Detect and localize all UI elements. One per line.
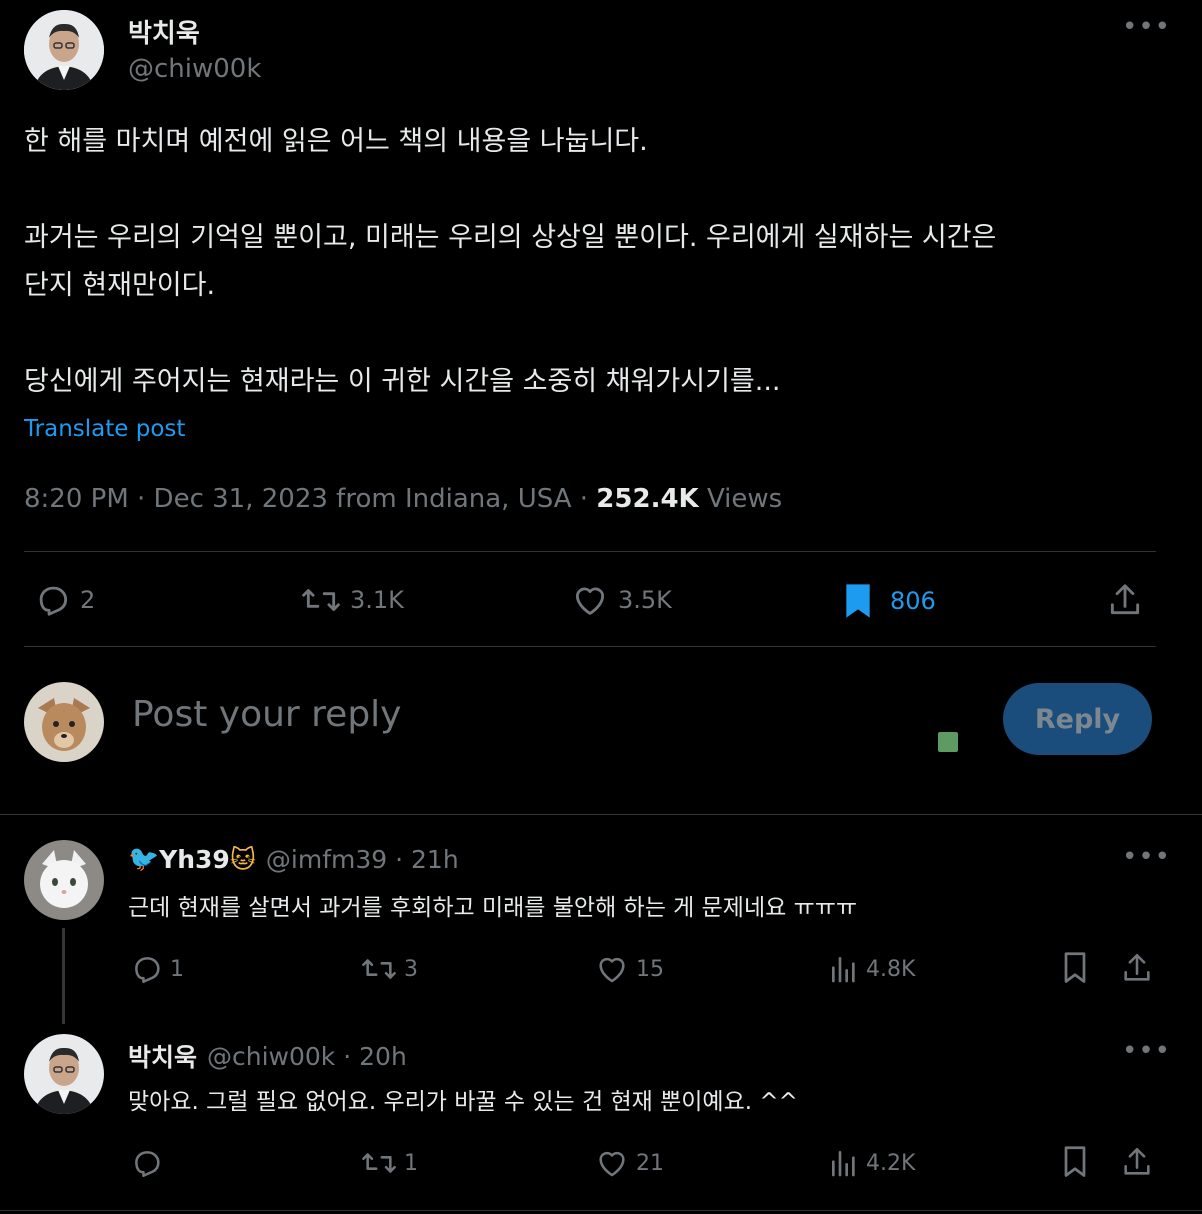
heart-icon — [570, 581, 610, 619]
more-options-icon[interactable]: ••• — [1122, 844, 1171, 870]
share-icon — [1120, 950, 1154, 986]
reply-text: 근데 현재를 살면서 과거를 후회하고 미래를 불안해 하는 게 문제네요 ㅠㅠ… — [128, 895, 858, 921]
repost-action[interactable]: 1 — [360, 1146, 418, 1180]
bookmark-filled-icon — [840, 581, 876, 621]
bird-emoji-icon: 🐦 — [128, 844, 160, 873]
views-count: 4.8K — [866, 956, 916, 982]
cat-emoji-icon: 🐱 — [229, 844, 256, 874]
reply-icon — [34, 581, 72, 619]
bookmark-icon — [1058, 1144, 1092, 1180]
heart-icon — [594, 1146, 630, 1180]
more-options-icon[interactable]: ••• — [1122, 14, 1171, 40]
share-icon — [1106, 581, 1144, 619]
divider — [0, 814, 1202, 815]
reply-count: 1 — [170, 956, 184, 982]
more-options-icon[interactable]: ••• — [1122, 1038, 1171, 1064]
reply-author-avatar[interactable] — [24, 840, 104, 920]
author-name[interactable]: 박치욱 — [128, 13, 200, 50]
bookmark-action[interactable] — [1058, 1144, 1092, 1180]
user-avatar[interactable] — [24, 682, 104, 762]
views-count: 252.4K — [596, 484, 699, 514]
share-action[interactable] — [1120, 1144, 1154, 1180]
bookmark-action[interactable]: 806 — [840, 581, 936, 621]
like-count: 3.5K — [618, 586, 672, 614]
repost-action[interactable]: 3 — [360, 952, 418, 986]
reply-author-name[interactable]: Yh39 — [159, 845, 230, 874]
reply-header: 🐦 Yh39 🐱 @imfm39 · 21h — [128, 844, 459, 874]
repost-count: 3.1K — [350, 586, 404, 614]
like-action[interactable]: 21 — [594, 1146, 664, 1180]
repost-icon — [300, 581, 342, 619]
repost-icon — [360, 952, 398, 986]
reply-button[interactable]: Reply — [1003, 683, 1152, 755]
thread-line — [62, 928, 65, 1024]
author-handle[interactable]: @chiw00k — [128, 54, 261, 84]
like-count: 21 — [636, 1150, 664, 1176]
reply-text: 맞아요. 그럴 필요 없어요. 우리가 바꿀 수 있는 건 현재 뿐이예요. ^… — [128, 1089, 798, 1115]
timestamp[interactable]: 8:20 PM · Dec 31, 2023 from Indiana, USA… — [24, 484, 596, 514]
reply-handle-time[interactable]: @chiw00k · 20h — [207, 1042, 407, 1071]
repost-action[interactable]: 3.1K — [300, 581, 404, 619]
tweet-text-line: 당신에게 주어지는 현재라는 이 귀한 시간을 소중히 채워가시기를... — [24, 366, 781, 397]
reply-icon — [130, 952, 164, 986]
like-action[interactable]: 3.5K — [570, 581, 672, 619]
reply-count: 2 — [80, 586, 96, 614]
bookmark-icon — [1058, 950, 1092, 986]
views-count: 4.2K — [866, 1150, 916, 1176]
tweet-text-line: 단지 현재만이다. — [24, 270, 216, 301]
reply-author-name[interactable]: 박치욱 — [128, 1038, 197, 1074]
reply-handle-time[interactable]: @imfm39 · 21h — [266, 845, 459, 874]
share-action[interactable] — [1106, 581, 1144, 619]
translate-post-link[interactable]: Translate post — [24, 416, 185, 442]
reply-action[interactable]: 2 — [34, 581, 95, 619]
tweet-text-line: 한 해를 마치며 예전에 읽은 어느 책의 내용을 나눕니다. — [24, 126, 648, 157]
status-dot — [938, 732, 958, 752]
tweet-meta: 8:20 PM · Dec 31, 2023 from Indiana, USA… — [24, 484, 782, 514]
divider — [24, 646, 1156, 647]
repost-count: 3 — [404, 956, 418, 982]
divider — [24, 551, 1156, 552]
reply-header: 박치욱 @chiw00k · 20h — [128, 1038, 407, 1074]
like-action[interactable]: 15 — [594, 952, 664, 986]
reply-action[interactable]: 1 — [130, 952, 184, 986]
like-count: 15 — [636, 956, 664, 982]
views-action[interactable]: 4.8K — [828, 952, 915, 986]
bookmark-count: 806 — [890, 587, 936, 615]
bookmark-action[interactable] — [1058, 950, 1092, 986]
repost-icon — [360, 1146, 398, 1180]
share-action[interactable] — [1120, 950, 1154, 986]
reply-icon — [130, 1146, 164, 1180]
divider — [0, 1210, 1202, 1211]
repost-count: 1 — [404, 1150, 418, 1176]
reply-input[interactable]: Post your reply — [132, 694, 832, 735]
views-chart-icon — [828, 1146, 860, 1180]
reply-action[interactable] — [130, 1146, 170, 1180]
share-icon — [1120, 1144, 1154, 1180]
tweet-text-line: 과거는 우리의 기억일 뿐이고, 미래는 우리의 상상일 뿐이다. 우리에게 실… — [24, 222, 997, 253]
author-avatar[interactable] — [24, 10, 104, 90]
reply-author-avatar[interactable] — [24, 1034, 104, 1114]
views-action[interactable]: 4.2K — [828, 1146, 915, 1180]
heart-icon — [594, 952, 630, 986]
views-chart-icon — [828, 952, 860, 986]
views-label: Views — [706, 484, 783, 514]
